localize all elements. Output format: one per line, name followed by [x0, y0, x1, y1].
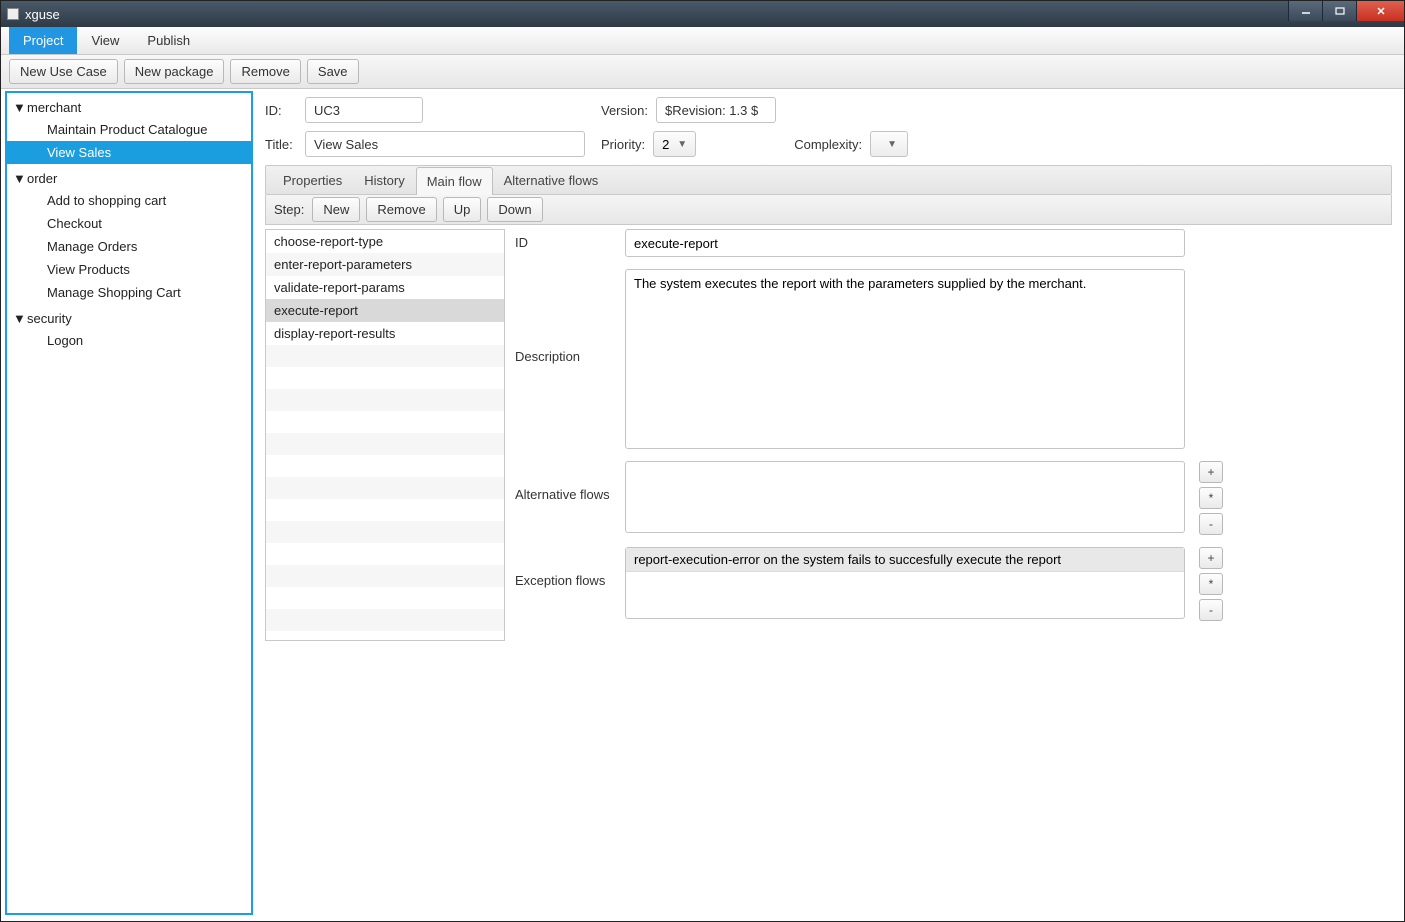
exception-flow-item[interactable]: report-execution-error on the system fai…: [626, 548, 1184, 572]
exception-flows-list[interactable]: report-execution-error on the system fai…: [625, 547, 1185, 619]
alt-star-button[interactable]: *: [1199, 487, 1223, 509]
step-down-button[interactable]: Down: [487, 197, 542, 222]
step-item[interactable]: execute-report: [266, 299, 504, 322]
tree-item-checkout[interactable]: Checkout: [7, 212, 251, 235]
step-item-empty: [266, 455, 504, 477]
step-item[interactable]: enter-report-parameters: [266, 253, 504, 276]
chevron-down-icon: ▼: [887, 139, 897, 150]
new-package-button[interactable]: New package: [124, 59, 225, 84]
exc-remove-button[interactable]: -: [1199, 599, 1223, 621]
remove-button[interactable]: Remove: [230, 59, 300, 84]
detail-description-label: Description: [515, 269, 611, 449]
complexity-label: Complexity:: [794, 137, 862, 152]
navigation-tree[interactable]: ▼merchant Maintain Product Catalogue Vie…: [5, 91, 253, 915]
step-item-empty: [266, 587, 504, 609]
tree-item-maintain-product-catalogue[interactable]: Maintain Product Catalogue: [7, 118, 251, 141]
tab-history[interactable]: History: [353, 166, 415, 194]
step-item[interactable]: display-report-results: [266, 322, 504, 345]
tree-item-manage-shopping-cart[interactable]: Manage Shopping Cart: [7, 281, 251, 304]
step-item-empty: [266, 345, 504, 367]
tab-main-flow[interactable]: Main flow: [416, 167, 493, 195]
app-window: xguse Project View Publish New Use Case …: [0, 0, 1405, 922]
detail-alternative-flows-label: Alternative flows: [515, 461, 611, 535]
new-use-case-button[interactable]: New Use Case: [9, 59, 118, 84]
tab-properties[interactable]: Properties: [272, 166, 353, 194]
menu-project[interactable]: Project: [9, 27, 77, 54]
step-item[interactable]: choose-report-type: [266, 230, 504, 253]
menu-publish[interactable]: Publish: [133, 27, 204, 54]
tree-item-add-to-shopping-cart[interactable]: Add to shopping cart: [7, 189, 251, 212]
id-label: ID:: [265, 103, 297, 118]
tree-group-security[interactable]: ▼security: [7, 308, 251, 329]
save-button[interactable]: Save: [307, 59, 359, 84]
step-item-empty: [266, 543, 504, 565]
tree-item-manage-orders[interactable]: Manage Orders: [7, 235, 251, 258]
tabstrip: Properties History Main flow Alternative…: [265, 165, 1392, 195]
step-item[interactable]: validate-report-params: [266, 276, 504, 299]
step-list[interactable]: choose-report-type enter-report-paramete…: [265, 229, 505, 641]
version-label: Version:: [601, 103, 648, 118]
step-label: Step:: [274, 202, 304, 217]
title-input[interactable]: [305, 131, 585, 157]
chevron-down-icon: ▼: [677, 139, 687, 150]
content-pane: ID: Version: Title: Priority: 2▼ Complex…: [253, 89, 1404, 917]
caret-down-icon: ▼: [13, 100, 23, 115]
caret-down-icon: ▼: [13, 171, 23, 186]
step-toolbar: Step: New Remove Up Down: [265, 195, 1392, 225]
minimize-button[interactable]: [1288, 1, 1322, 21]
step-item-empty: [266, 411, 504, 433]
tree-group-order[interactable]: ▼order: [7, 168, 251, 189]
tree-item-view-products[interactable]: View Products: [7, 258, 251, 281]
detail-id-label: ID: [515, 229, 611, 257]
version-input[interactable]: [656, 97, 776, 123]
complexity-select[interactable]: ▼: [870, 131, 908, 157]
tab-alternative-flows[interactable]: Alternative flows: [493, 166, 610, 194]
exc-star-button[interactable]: *: [1199, 573, 1223, 595]
exc-add-button[interactable]: +: [1199, 547, 1223, 569]
step-item-empty: [266, 367, 504, 389]
tree-group-merchant[interactable]: ▼merchant: [7, 97, 251, 118]
step-item-empty: [266, 433, 504, 455]
alt-remove-button[interactable]: -: [1199, 513, 1223, 535]
step-item-empty: [266, 477, 504, 499]
detail-id-input[interactable]: [625, 229, 1185, 257]
priority-label: Priority:: [601, 137, 645, 152]
window-title: xguse: [25, 7, 60, 22]
menu-view[interactable]: View: [77, 27, 133, 54]
detail-description-textarea[interactable]: [625, 269, 1185, 449]
titlebar: xguse: [1, 1, 1404, 27]
toolbar: New Use Case New package Remove Save: [1, 55, 1404, 89]
alternative-flows-list[interactable]: [625, 461, 1185, 533]
caret-down-icon: ▼: [13, 311, 23, 326]
step-item-empty: [266, 499, 504, 521]
title-label: Title:: [265, 137, 297, 152]
close-button[interactable]: [1356, 1, 1404, 21]
step-item-empty: [266, 565, 504, 587]
step-remove-button[interactable]: Remove: [366, 197, 436, 222]
step-item-empty: [266, 609, 504, 631]
id-input[interactable]: [305, 97, 423, 123]
tree-item-view-sales[interactable]: View Sales: [7, 141, 251, 164]
alt-add-button[interactable]: +: [1199, 461, 1223, 483]
tree-item-logon[interactable]: Logon: [7, 329, 251, 352]
detail-exception-flows-label: Exception flows: [515, 547, 611, 621]
step-up-button[interactable]: Up: [443, 197, 482, 222]
app-icon: [7, 8, 19, 20]
step-details: ID Description Alternative flows + * -: [515, 229, 1392, 641]
step-new-button[interactable]: New: [312, 197, 360, 222]
menubar: Project View Publish: [1, 27, 1404, 55]
maximize-button[interactable]: [1322, 1, 1356, 21]
priority-select[interactable]: 2▼: [653, 131, 696, 157]
step-item-empty: [266, 521, 504, 543]
step-item-empty: [266, 389, 504, 411]
